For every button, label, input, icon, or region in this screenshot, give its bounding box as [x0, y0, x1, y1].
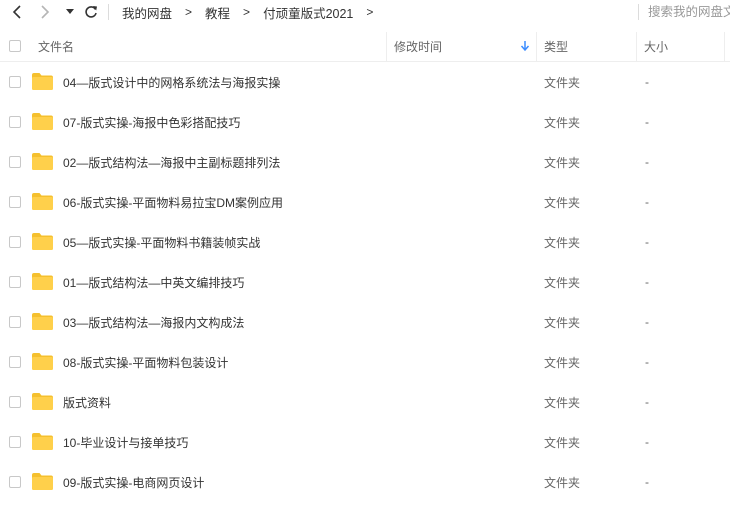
table-row[interactable]: 02—版式结构法—海报中主副标题排列法 文件夹 -	[0, 142, 730, 182]
folder-icon	[32, 73, 53, 90]
refresh-icon[interactable]	[82, 2, 100, 22]
file-size: -	[645, 75, 649, 89]
file-name[interactable]: 08-版式实操-平面物料包装设计	[63, 342, 228, 382]
row-checkbox[interactable]	[9, 316, 21, 328]
search-box[interactable]	[640, 0, 730, 24]
file-list-header: 文件名 修改时间 类型 大小	[0, 32, 730, 62]
file-type: 文件夹	[544, 275, 581, 290]
breadcrumb-item-current-folder[interactable]: 付顽童版式2021	[263, 3, 353, 22]
file-size: -	[645, 195, 649, 209]
breadcrumb-item-tutorials[interactable]: 教程	[205, 3, 230, 22]
folder-icon	[32, 473, 53, 490]
file-name[interactable]: 04—版式设计中的网格系统法与海报实操	[63, 62, 280, 102]
search-input[interactable]	[640, 5, 730, 19]
table-row[interactable]: 版式资料 文件夹 -	[0, 382, 730, 422]
column-divider[interactable]	[536, 32, 537, 61]
row-checkbox[interactable]	[9, 196, 21, 208]
file-type: 文件夹	[544, 115, 581, 130]
file-name[interactable]: 01—版式结构法—中英文编排技巧	[63, 262, 244, 302]
file-size: -	[645, 315, 649, 329]
folder-icon	[32, 153, 53, 170]
file-name[interactable]: 10-毕业设计与接单技巧	[63, 422, 188, 462]
folder-icon	[32, 193, 53, 210]
table-row[interactable]: 05—版式实操-平面物料书籍装帧实战 文件夹 -	[0, 222, 730, 262]
toolbar-divider	[108, 4, 109, 20]
forward-icon[interactable]	[36, 2, 54, 22]
row-checkbox[interactable]	[9, 396, 21, 408]
file-size: -	[645, 115, 649, 129]
column-header-type[interactable]: 类型	[544, 32, 568, 61]
row-checkbox[interactable]	[9, 476, 21, 488]
file-name[interactable]: 06-版式实操-平面物料易拉宝DM案例应用	[63, 182, 283, 222]
file-type: 文件夹	[544, 355, 581, 370]
sort-descending-icon[interactable]	[520, 41, 530, 52]
row-checkbox[interactable]	[9, 156, 21, 168]
column-header-size[interactable]: 大小	[644, 32, 668, 61]
file-name[interactable]: 02—版式结构法—海报中主副标题排列法	[63, 142, 280, 182]
search-divider	[638, 4, 639, 20]
table-row[interactable]: 04—版式设计中的网格系统法与海报实操 文件夹 -	[0, 62, 730, 102]
column-header-modified[interactable]: 修改时间	[394, 32, 442, 61]
file-type: 文件夹	[544, 315, 581, 330]
folder-icon	[32, 393, 53, 410]
row-checkbox[interactable]	[9, 356, 21, 368]
file-type: 文件夹	[544, 155, 581, 170]
folder-icon	[32, 273, 53, 290]
breadcrumb: > 我的网盘 > 教程 > 付顽童版式2021 >	[112, 0, 386, 24]
column-divider[interactable]	[386, 32, 387, 61]
column-divider[interactable]	[724, 32, 725, 61]
table-row[interactable]: 07-版式实操-海报中色彩搭配技巧 文件夹 -	[0, 102, 730, 142]
row-checkbox[interactable]	[9, 436, 21, 448]
file-type: 文件夹	[544, 475, 581, 490]
breadcrumb-separator: >	[185, 5, 193, 19]
file-size: -	[645, 275, 649, 289]
table-row[interactable]: 01—版式结构法—中英文编排技巧 文件夹 -	[0, 262, 730, 302]
column-header-name[interactable]: 文件名	[38, 32, 74, 61]
file-size: -	[645, 395, 649, 409]
table-row[interactable]: 08-版式实操-平面物料包装设计 文件夹 -	[0, 342, 730, 382]
file-size: -	[645, 475, 649, 489]
file-name[interactable]: 07-版式实操-海报中色彩搭配技巧	[63, 102, 240, 142]
row-checkbox[interactable]	[9, 236, 21, 248]
back-icon[interactable]	[8, 2, 26, 22]
folder-icon	[32, 433, 53, 450]
history-dropdown-icon[interactable]	[64, 2, 76, 22]
file-type: 文件夹	[544, 75, 581, 90]
folder-icon	[32, 353, 53, 370]
file-name[interactable]: 05—版式实操-平面物料书籍装帧实战	[63, 222, 260, 262]
column-divider[interactable]	[636, 32, 637, 61]
file-type: 文件夹	[544, 235, 581, 250]
table-row[interactable]: 09-版式实操-电商网页设计 文件夹 -	[0, 462, 730, 502]
row-checkbox[interactable]	[9, 76, 21, 88]
folder-icon	[32, 313, 53, 330]
file-name[interactable]: 03—版式结构法—海报内文构成法	[63, 302, 244, 342]
file-name[interactable]: 版式资料	[63, 382, 111, 422]
breadcrumb-item-my-drive[interactable]: 我的网盘	[122, 3, 172, 22]
file-type: 文件夹	[544, 195, 581, 210]
select-all-checkbox[interactable]	[9, 40, 21, 52]
breadcrumb-separator: >	[366, 5, 374, 19]
table-row[interactable]: 10-毕业设计与接单技巧 文件夹 -	[0, 422, 730, 462]
table-row[interactable]: 03—版式结构法—海报内文构成法 文件夹 -	[0, 302, 730, 342]
toolbar: > 我的网盘 > 教程 > 付顽童版式2021 >	[0, 0, 730, 25]
folder-icon	[32, 233, 53, 250]
breadcrumb-separator: >	[243, 5, 251, 19]
row-checkbox[interactable]	[9, 276, 21, 288]
row-checkbox[interactable]	[9, 116, 21, 128]
file-type: 文件夹	[544, 435, 581, 450]
folder-icon	[32, 113, 53, 130]
file-size: -	[645, 155, 649, 169]
file-size: -	[645, 235, 649, 249]
file-name[interactable]: 09-版式实操-电商网页设计	[63, 462, 204, 502]
file-size: -	[645, 355, 649, 369]
file-type: 文件夹	[544, 395, 581, 410]
table-row[interactable]: 06-版式实操-平面物料易拉宝DM案例应用 文件夹 -	[0, 182, 730, 222]
file-size: -	[645, 435, 649, 449]
